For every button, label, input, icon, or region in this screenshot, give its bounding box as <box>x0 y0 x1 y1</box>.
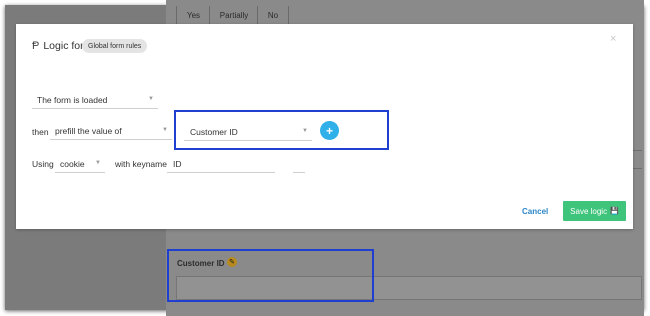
save-label: Save logic <box>570 206 608 216</box>
chevron-down-icon: ▼ <box>95 160 101 166</box>
logic-icon: Ᵽ <box>32 40 40 52</box>
scope-chip: Global form rules <box>82 39 148 53</box>
save-icon: 💾 <box>610 208 619 215</box>
then-label: then <box>32 127 49 137</box>
screenshot-frame: Yes Partially No Customer ID ✎ × Ᵽ Logic… <box>0 0 650 316</box>
chevron-down-icon: ▼ <box>148 96 154 102</box>
background-field-label: Customer ID <box>177 259 225 268</box>
close-icon[interactable]: × <box>610 33 616 45</box>
trigger-select-value: The form is loaded <box>37 94 108 105</box>
keyname-input[interactable]: ID <box>167 155 275 173</box>
edit-icon[interactable]: ✎ <box>227 257 237 267</box>
keyname-label: with keyname <box>115 159 167 169</box>
action-select-value: prefill the value of <box>55 125 122 136</box>
keyname-input-value: ID <box>173 158 182 169</box>
chevron-down-icon: ▼ <box>162 127 168 133</box>
using-label: Using <box>32 159 54 169</box>
target-field-select[interactable]: Customer ID ▼ <box>184 123 312 141</box>
action-select[interactable]: prefill the value of ▼ <box>50 122 172 140</box>
modal-title: Ᵽ Logic for <box>32 40 84 52</box>
chevron-down-icon: ▼ <box>302 128 308 134</box>
extra-input[interactable] <box>293 155 305 173</box>
source-select-value: cookie <box>60 158 85 169</box>
table-header-partially: Partially <box>209 6 258 24</box>
modal-title-text: Logic for <box>43 40 84 52</box>
cancel-button[interactable]: Cancel <box>522 207 548 216</box>
table-header-yes: Yes <box>176 6 210 24</box>
target-field-select-value: Customer ID <box>190 126 238 137</box>
background-customer-id-field[interactable] <box>176 276 642 300</box>
add-target-button[interactable]: + <box>320 121 339 140</box>
table-header-no: No <box>257 6 289 24</box>
save-logic-button[interactable]: Save logic 💾 <box>563 201 626 221</box>
trigger-select[interactable]: The form is loaded ▼ <box>32 91 158 109</box>
source-select[interactable]: cookie ▼ <box>55 155 105 173</box>
